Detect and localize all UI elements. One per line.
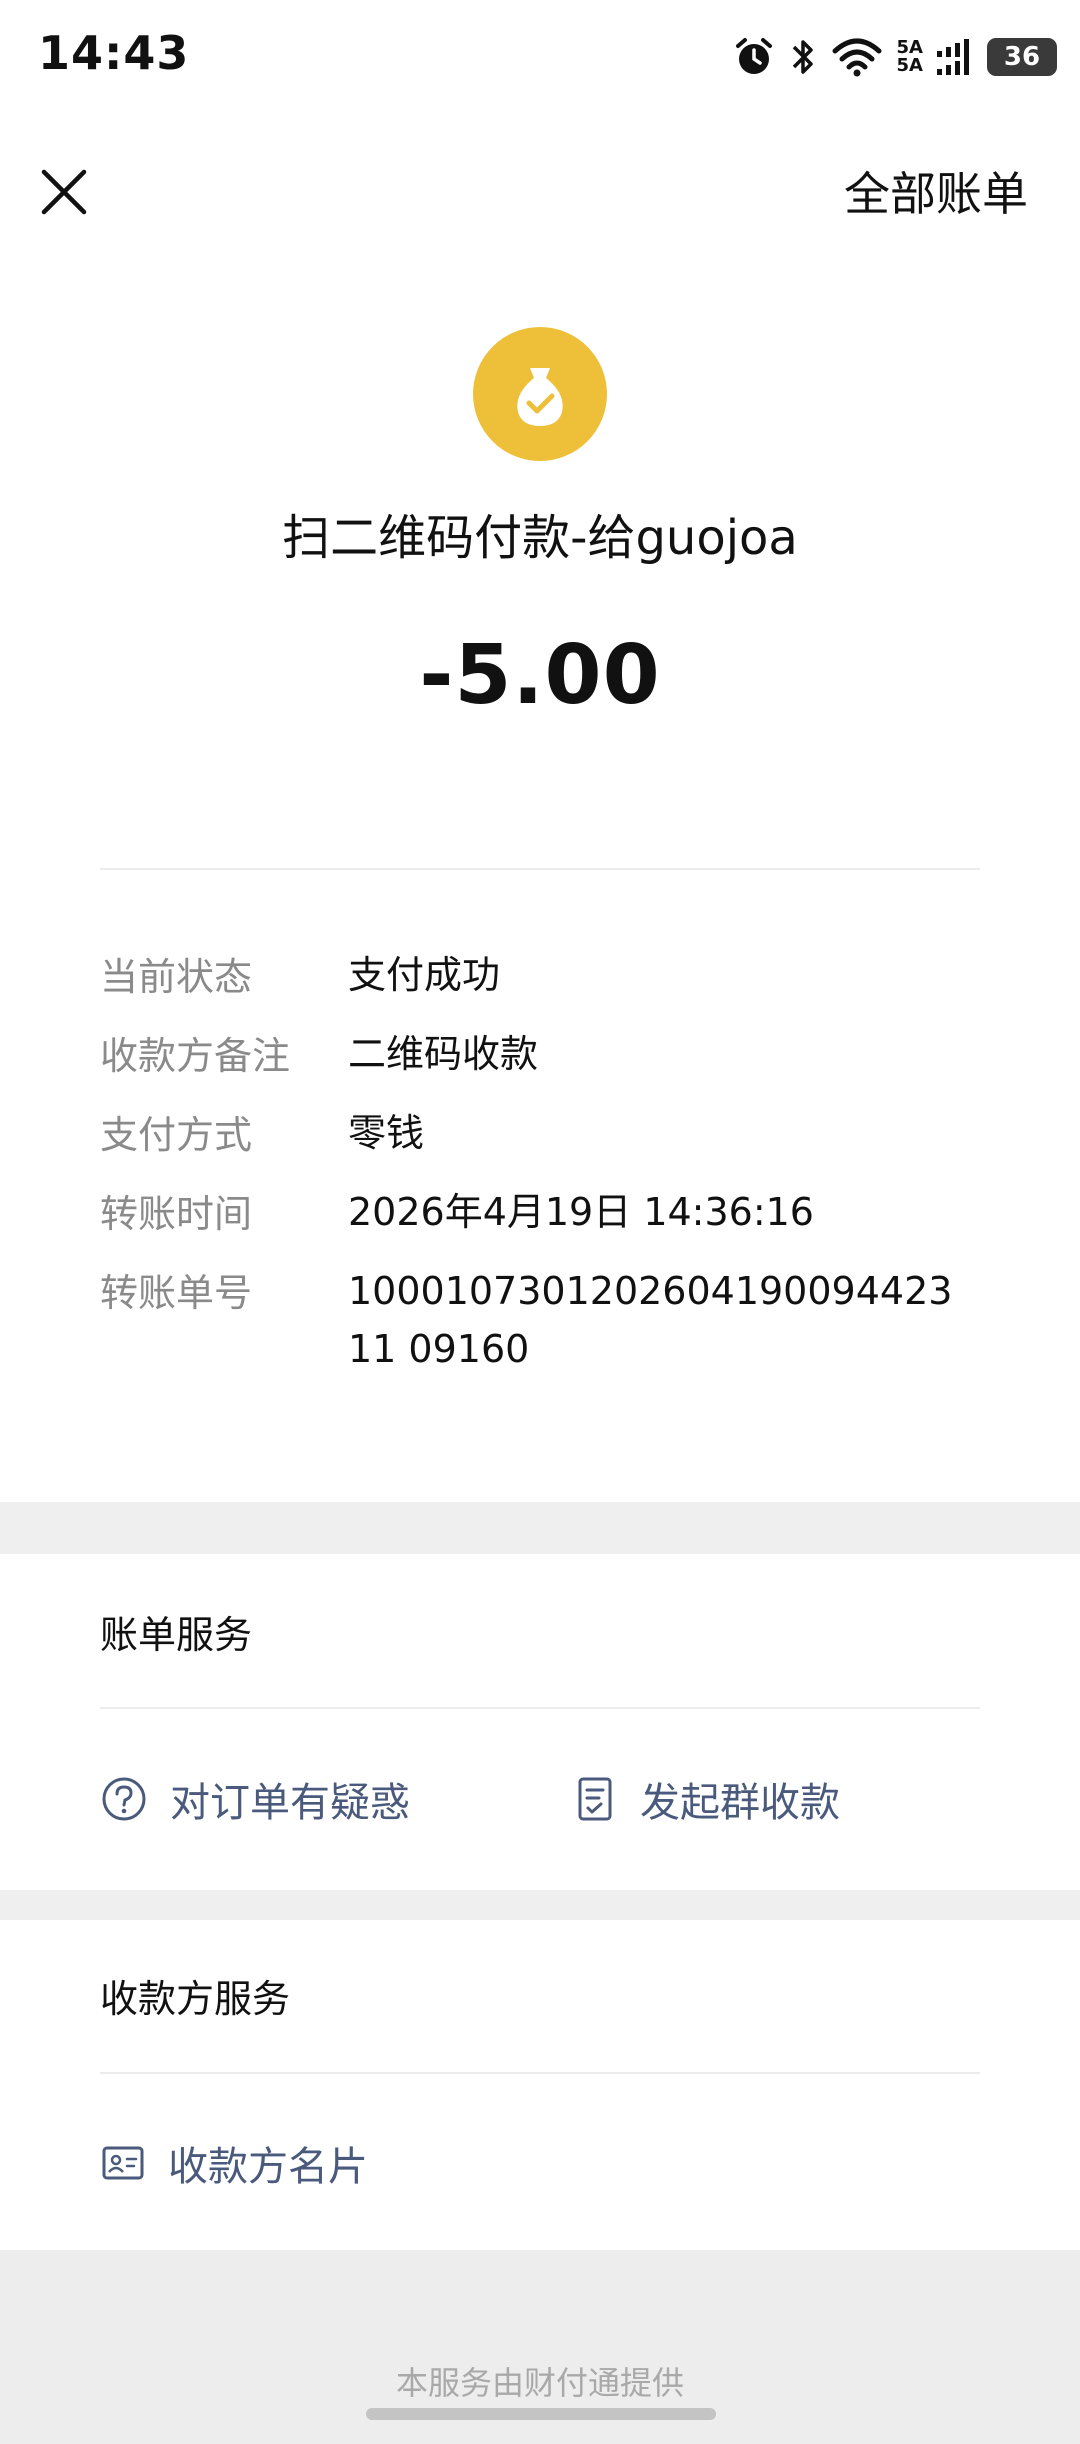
provider-note: 本服务由财付通提供: [395, 2364, 684, 2402]
transaction-title: 扫二维码付款-给guojoa: [282, 510, 798, 566]
close-icon: [41, 169, 87, 215]
status-bar: 14:43 5A 5A 36: [0, 0, 1080, 110]
payee-card-label: 收款方名片: [168, 2144, 368, 2190]
close-button[interactable]: [34, 162, 94, 222]
network-type-bottom: 5A: [896, 55, 923, 76]
detail-label: 支付方式: [100, 1113, 253, 1157]
detail-value: 2026年4月19日 14:36:16: [348, 1190, 814, 1234]
detail-value: 零钱: [348, 1111, 425, 1155]
question-circle-icon: [102, 1777, 146, 1821]
transaction-amount: -5.00: [419, 628, 661, 723]
network-type: 5A 5A: [897, 39, 923, 75]
group-collection-link[interactable]: 发起群收款: [574, 1770, 840, 1828]
battery-level: 36: [987, 38, 1057, 76]
order-question-label: 对订单有疑惑: [170, 1780, 410, 1826]
money-bag-check-icon: [473, 327, 607, 461]
header: 全部账单: [0, 140, 1080, 240]
contact-card-icon: [102, 2146, 144, 2180]
wifi-icon: [831, 37, 883, 77]
detail-label: 收款方备注: [100, 1034, 291, 1078]
detail-label: 转账时间: [100, 1192, 253, 1236]
divider: [100, 2072, 980, 2074]
payee-card-link[interactable]: 收款方名片: [100, 2134, 368, 2192]
alarm-icon: [733, 36, 775, 78]
divider: [100, 1707, 980, 1709]
all-bills-link[interactable]: 全部账单: [844, 158, 1028, 224]
signal-icon: [937, 37, 973, 77]
payee-service-title: 收款方服务: [100, 1977, 291, 2021]
home-indicator[interactable]: [366, 2408, 716, 2420]
detail-value: 二维码收款: [348, 1032, 539, 1076]
battery-icon: 36: [987, 38, 1057, 76]
divider: [100, 868, 980, 870]
status-icons: 5A 5A 36: [733, 30, 1057, 84]
battery-text: 36: [1003, 42, 1041, 72]
detail-label: 转账单号: [100, 1271, 253, 1315]
section-separator: [0, 1890, 1080, 1920]
section-separator: [0, 1502, 1080, 1554]
detail-value: 100010730120260419009442311 09160: [348, 1269, 953, 1371]
group-collection-label: 发起群收款: [640, 1780, 840, 1826]
detail-value: 支付成功: [348, 953, 501, 997]
status-time: 14:43: [38, 26, 190, 80]
order-question-link[interactable]: 对订单有疑惑: [100, 1770, 410, 1828]
detail-label: 当前状态: [100, 955, 253, 999]
bluetooth-icon: [789, 36, 817, 78]
bill-service-title: 账单服务: [100, 1613, 253, 1657]
checklist-icon: [578, 1777, 612, 1821]
